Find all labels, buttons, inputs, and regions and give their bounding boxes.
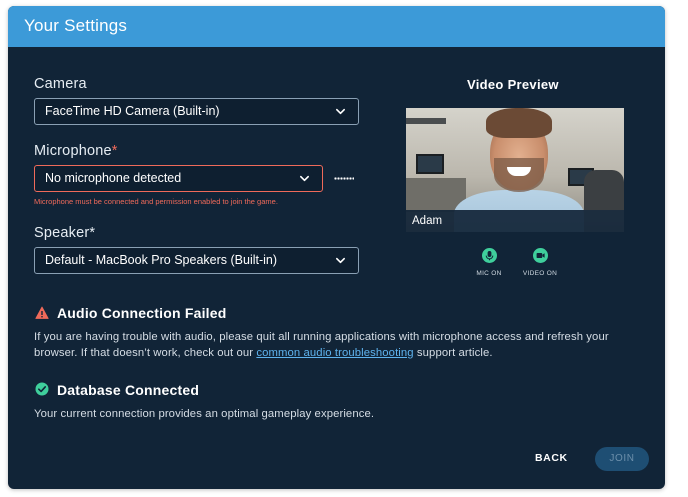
join-button[interactable]: JOIN [595,447,649,471]
speaker-select[interactable]: Default - MacBook Pro Speakers (Built-in… [34,247,359,274]
video-preview: Adam [406,108,624,232]
audio-failed-text-end: support article. [413,346,493,359]
microphone-label-text: Microphone [34,143,112,159]
database-connected-title: Database Connected [57,382,200,398]
audio-failed-title: Audio Connection Failed [57,305,227,321]
video-camera-icon [532,248,548,263]
settings-dialog: Your Settings Camera FaceTime HD Camera … [8,6,665,489]
check-circle-icon [35,382,49,396]
speaker-select-value: Default - MacBook Pro Speakers (Built-in… [45,253,278,267]
microphone-select[interactable]: No microphone detected [34,165,323,192]
camera-label-text: Camera [34,76,87,92]
audio-troubleshooting-link[interactable]: common audio troubleshooting [256,347,413,359]
video-preview-title: Video Preview [467,77,559,92]
dialog-header: Your Settings [8,6,665,47]
dialog-title: Your Settings [24,16,128,35]
speaker-label: Speaker* [34,225,95,241]
chevron-down-icon [300,175,309,182]
microphone-icon [481,248,497,263]
preview-monitor [416,154,444,174]
video-toggle-button[interactable]: VIDEO ON [520,248,560,277]
microphone-hint: Microphone must be connected and permiss… [34,197,278,206]
required-mark: * [111,143,118,159]
preview-person-bg [584,170,624,210]
mic-level-meter [334,177,354,180]
preview-shelf [406,118,446,124]
video-toggle-label: VIDEO ON [522,270,558,277]
mic-toggle-label: MIC ON [476,270,502,277]
back-button[interactable]: BACK [535,452,568,464]
microphone-label: Microphone* [34,143,118,159]
camera-label: Camera [34,76,87,92]
speaker-label-text: Speaker [34,225,90,241]
participant-name: Adam [412,215,443,227]
audio-failed-message: If you are having trouble with audio, pl… [34,330,642,361]
database-connected-message: Your current connection provides an opti… [34,408,375,420]
required-mark: * [89,225,96,241]
preview-hair [486,108,552,138]
mic-toggle-button[interactable]: MIC ON [469,248,509,277]
microphone-select-value: No microphone detected [45,171,182,185]
chevron-down-icon [336,257,345,264]
chevron-down-icon [336,108,345,115]
warning-icon [35,306,49,319]
camera-select[interactable]: FaceTime HD Camera (Built-in) [34,98,359,125]
camera-select-value: FaceTime HD Camera (Built-in) [45,104,220,118]
